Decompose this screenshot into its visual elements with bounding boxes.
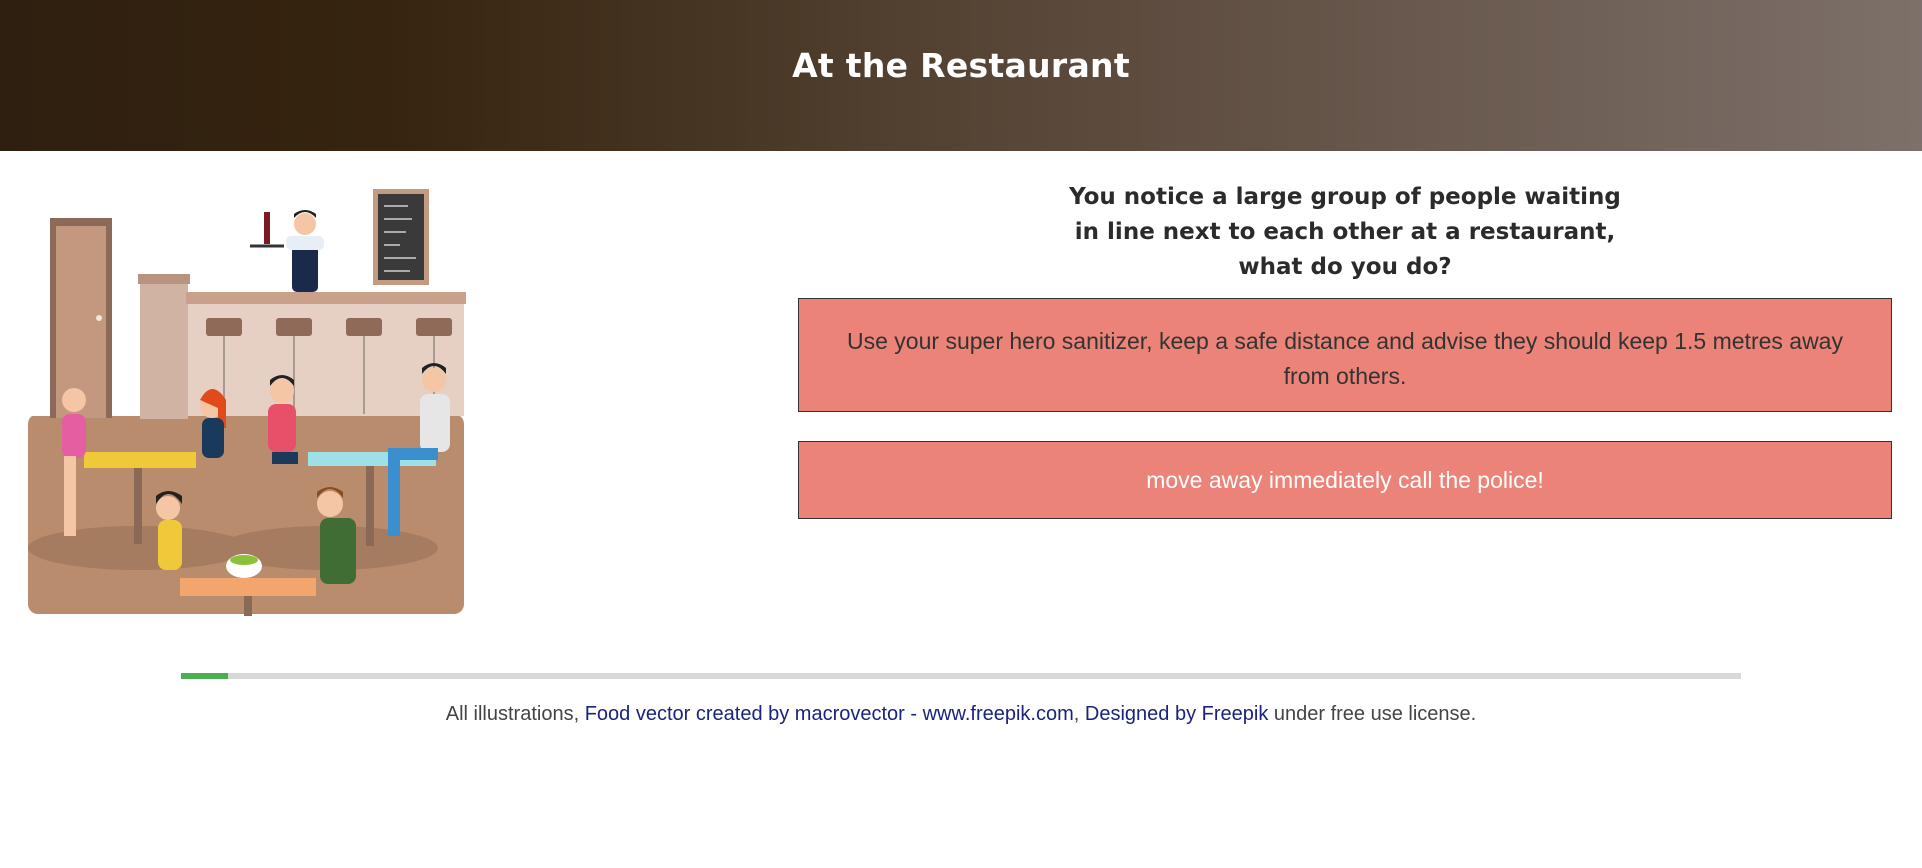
question-text: You notice a large group of people waiti… bbox=[1069, 184, 1621, 280]
credit-separator: , bbox=[1073, 703, 1085, 725]
progress-bar bbox=[181, 673, 1741, 679]
answer-option-2[interactable]: move away immediately call the police! bbox=[798, 441, 1892, 519]
credit-prefix: All illustrations, bbox=[445, 703, 585, 725]
page-title: At the Restaurant bbox=[792, 46, 1130, 85]
credit-suffix: under free use license. bbox=[1268, 703, 1477, 725]
restaurant-scene-image bbox=[28, 189, 466, 616]
restaurant-illustration bbox=[28, 186, 466, 616]
designed-by-freepik-link[interactable]: Designed by Freepik bbox=[1085, 703, 1268, 725]
progress-bar-fill bbox=[181, 673, 228, 679]
page-header: At the Restaurant bbox=[0, 0, 1922, 151]
answer-option-1[interactable]: Use your super hero sanitizer, keep a sa… bbox=[798, 298, 1892, 412]
freepik-credit-link[interactable]: Food vector created by macrovector - www… bbox=[585, 703, 1074, 725]
illustration-credit: All illustrations, Food vector created b… bbox=[0, 703, 1922, 726]
